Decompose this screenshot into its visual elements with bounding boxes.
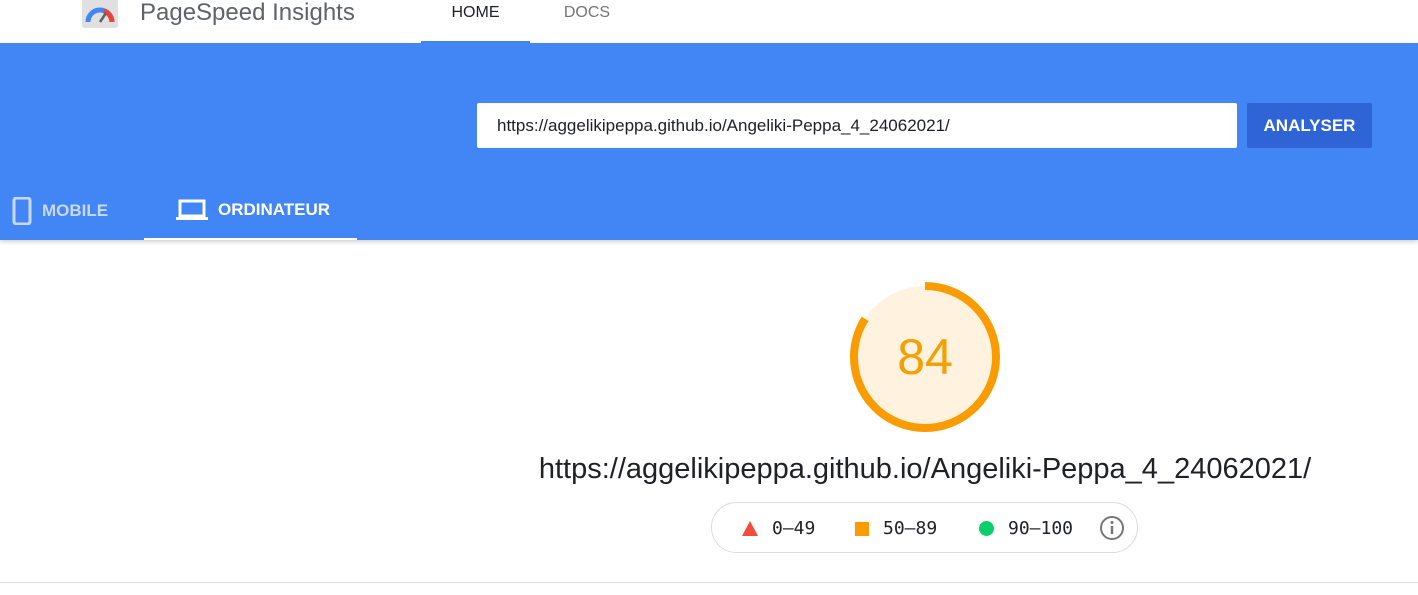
square-icon [855, 521, 869, 536]
analysis-header: ANALYSER MOBILE ORDINATEUR [0, 43, 1418, 240]
url-input[interactable] [477, 103, 1237, 148]
circle-icon [979, 521, 994, 536]
report-url: https://aggelikipeppa.github.io/Angeliki… [538, 453, 1312, 485]
legend-item-poor: 0–49 [742, 503, 815, 554]
legend-range-average: 50–89 [883, 518, 938, 539]
tab-desktop-label: ORDINATEUR [218, 199, 331, 219]
tab-mobile[interactable]: MOBILE [0, 181, 140, 240]
tab-mobile-label: MOBILE [42, 200, 109, 220]
legend-item-good: 90–100 [979, 503, 1073, 554]
app-title: PageSpeed Insights [140, 0, 355, 26]
info-icon[interactable] [1099, 515, 1125, 541]
analyze-button[interactable]: ANALYSER [1247, 103, 1372, 148]
legend-range-good: 90–100 [1008, 518, 1074, 539]
laptop-icon [176, 199, 208, 221]
nav-tab-docs[interactable]: DOCS [540, 4, 634, 43]
performance-score: 84 [897, 329, 953, 385]
section-divider [0, 582, 1418, 583]
tab-desktop[interactable]: ORDINATEUR [144, 181, 357, 240]
score-legend: 0–49 50–89 90–100 [711, 502, 1138, 553]
pagespeed-logo-icon[interactable] [82, 0, 118, 28]
top-bar: PageSpeed Insights HOME DOCS [0, 0, 1418, 43]
triangle-icon [742, 521, 758, 536]
smartphone-icon [12, 196, 32, 225]
legend-item-average: 50–89 [855, 503, 937, 554]
nav-tab-home[interactable]: HOME [421, 4, 530, 43]
legend-range-poor: 0–49 [772, 518, 816, 539]
